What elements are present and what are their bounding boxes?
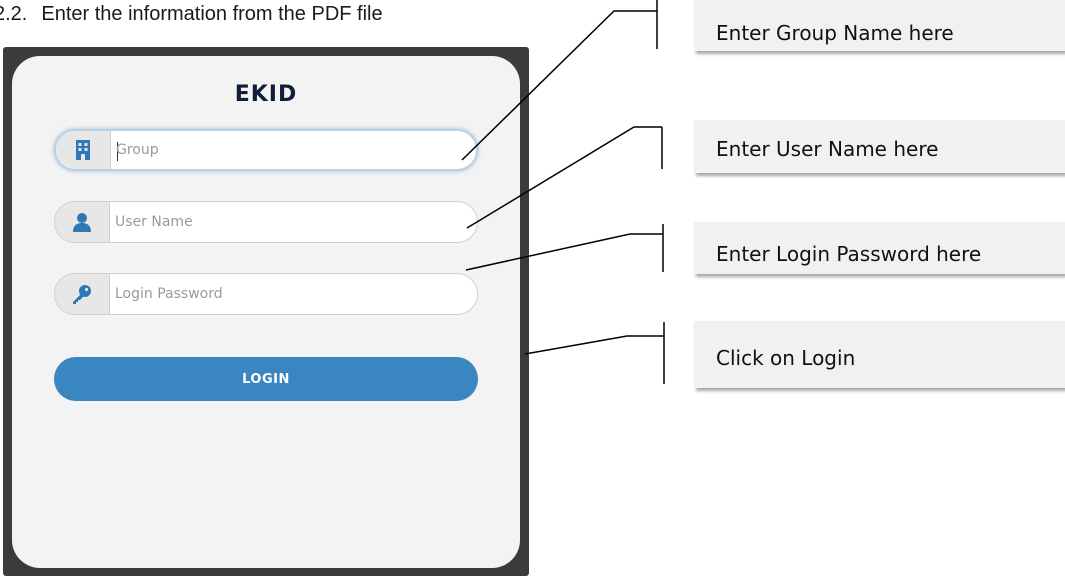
callout-password: Enter Login Password here	[694, 222, 1065, 274]
password-field[interactable]	[54, 273, 478, 315]
username-field[interactable]	[54, 201, 478, 243]
callout-login: Click on Login	[694, 321, 1065, 388]
heading-number: 2.2.	[0, 3, 28, 25]
username-input[interactable]	[115, 202, 455, 242]
building-icon	[56, 131, 111, 169]
callout-group-text: Enter Group Name here	[716, 21, 954, 45]
heading-text: Enter the information from the PDF file	[41, 3, 383, 25]
group-input[interactable]	[116, 131, 456, 169]
callout-login-text: Click on Login	[716, 346, 856, 370]
login-panel: EKID Group User Name LOGIN	[12, 56, 520, 568]
callout-username-text: Enter User Name here	[716, 137, 939, 161]
login-button[interactable]: LOGIN	[54, 357, 478, 401]
key-icon	[55, 274, 110, 314]
password-input[interactable]	[115, 274, 455, 314]
user-icon	[55, 202, 110, 242]
app-title: EKID	[234, 82, 298, 107]
callout-group: Enter Group Name here	[694, 0, 1065, 51]
group-field[interactable]	[54, 129, 478, 171]
callout-password-text: Enter Login Password here	[716, 242, 982, 266]
callout-username: Enter User Name here	[694, 120, 1065, 173]
document-heading: 2.2. Enter the information from the PDF f…	[0, 2, 383, 26]
